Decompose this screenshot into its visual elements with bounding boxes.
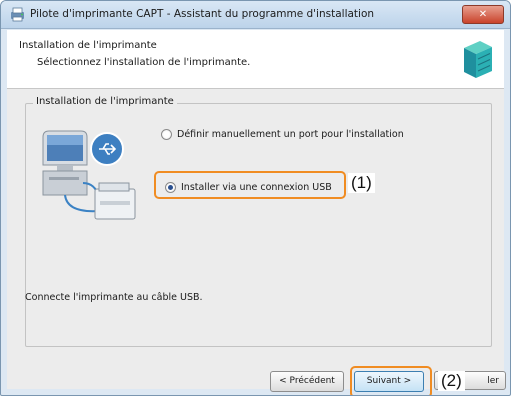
next-button-highlight (350, 366, 432, 395)
callout-1: (1) (348, 173, 375, 193)
wizard-header: Installation de l'imprimante Sélectionne… (7, 30, 504, 89)
wizard-body: Installation de l'imprimante Définir man… (7, 89, 506, 395)
group-label: Installation de l'imprimante (33, 96, 177, 107)
option-description: Connecte l'imprimante au câble USB. (25, 292, 203, 303)
usb-option-highlight (154, 171, 346, 199)
header-subtitle: Sélectionnez l'installation de l'imprima… (37, 57, 251, 68)
manual-port-radio[interactable] (161, 129, 172, 140)
callout-2: (2) (438, 371, 465, 391)
manual-port-label: Définir manuellement un port pour l'inst… (177, 129, 404, 140)
manual-port-option[interactable]: Définir manuellement un port pour l'inst… (161, 129, 404, 140)
previous-button[interactable]: < Précédent (270, 371, 344, 392)
window-title: Pilote d'imprimante CAPT - Assistant du … (30, 8, 375, 20)
close-button[interactable]: ✕ (462, 5, 504, 24)
computer-usb-printer-icon (42, 130, 136, 220)
title-bar[interactable]: Pilote d'imprimante CAPT - Assistant du … (1, 1, 510, 29)
server-box-icon (464, 41, 492, 78)
printer-installer-icon (11, 7, 24, 22)
installer-window: Pilote d'imprimante CAPT - Assistant du … (0, 0, 511, 396)
close-icon: ✕ (478, 9, 488, 20)
header-title: Installation de l'imprimante (19, 40, 157, 51)
